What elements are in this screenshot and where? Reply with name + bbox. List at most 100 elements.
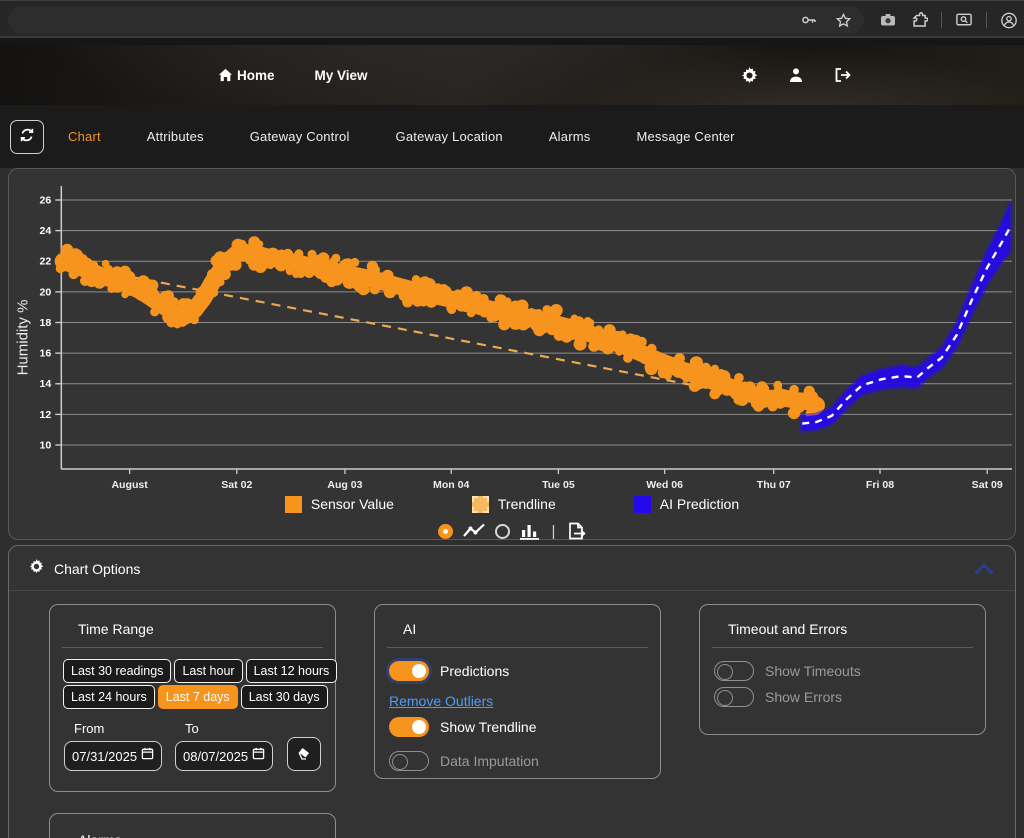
svg-text:14: 14 <box>40 378 52 390</box>
to-date-input[interactable]: 08/07/2025 <box>175 741 273 771</box>
svg-text:10: 10 <box>40 440 52 452</box>
extensions-icon[interactable] <box>910 11 928 29</box>
export-icon[interactable] <box>566 521 586 541</box>
nav-home-label: Home <box>237 68 275 83</box>
legend-label: Trendline <box>498 496 556 512</box>
address-bar[interactable] <box>8 6 864 34</box>
camera-icon[interactable] <box>879 11 897 29</box>
svg-text:Sat 09: Sat 09 <box>972 479 1003 491</box>
timeout-errors-card: Timeout and Errors Show Timeouts Show Er… <box>699 604 986 735</box>
from-date-value: 07/31/2025 <box>72 749 139 764</box>
nav-home[interactable]: Home <box>216 66 275 84</box>
chart-options-header[interactable]: Chart Options <box>9 546 1015 591</box>
svg-text:18: 18 <box>40 317 52 329</box>
tab-chart[interactable]: Chart <box>68 129 101 144</box>
calendar-icon[interactable] <box>252 747 265 765</box>
time-range-last-hour[interactable]: Last hour <box>174 659 242 683</box>
screen-search-icon[interactable] <box>955 11 973 29</box>
legend-item-ai-prediction[interactable]: AI Prediction <box>634 496 739 513</box>
svg-text:Thu 07: Thu 07 <box>757 479 791 491</box>
time-range-last-7-days[interactable]: Last 7 days <box>158 685 238 709</box>
time-range-last-30-readings[interactable]: Last 30 readings <box>63 659 171 683</box>
time-range-last-12-hours[interactable]: Last 12 hours <box>246 659 338 683</box>
show-errors-toggle-row: Show Errors <box>714 687 971 707</box>
timeout-errors-title: Timeout and Errors <box>700 605 985 647</box>
show-trendline-toggle-row: Show Trendline <box>389 717 646 737</box>
legend-item-trendline[interactable]: Trendline <box>472 496 556 513</box>
ai-prediction-swatch <box>634 496 651 513</box>
divider: | <box>550 523 558 540</box>
home-icon <box>216 66 234 84</box>
show-errors-toggle[interactable] <box>714 687 754 707</box>
to-label: To <box>175 721 273 736</box>
tab-attributes[interactable]: Attributes <box>147 129 204 144</box>
time-range-title: Time Range <box>50 605 335 647</box>
refresh-icon <box>19 127 35 146</box>
trendline-swatch <box>472 496 489 513</box>
alarms-title: Alarms <box>50 814 335 838</box>
svg-text:20: 20 <box>40 286 52 298</box>
chart-options-title: Chart Options <box>54 561 140 577</box>
settings-gear-icon[interactable] <box>740 66 758 84</box>
predictions-toggle-row: Predictions <box>389 661 646 681</box>
calendar-icon[interactable] <box>141 747 154 765</box>
ai-title: AI <box>375 605 660 647</box>
remove-outliers-link[interactable]: Remove Outliers <box>389 693 493 709</box>
clear-dates-button[interactable] <box>287 737 321 771</box>
tab-gateway-location[interactable]: Gateway Location <box>396 129 503 144</box>
chevron-up-icon[interactable] <box>973 562 995 576</box>
app-header: Home My View <box>0 45 1024 105</box>
to-date-value: 08/07/2025 <box>183 749 250 764</box>
profile-icon[interactable] <box>1000 11 1018 29</box>
time-range-card: Time Range Last 30 readings Last hour La… <box>49 604 336 792</box>
legend-item-sensor-value[interactable]: Sensor Value <box>285 496 394 513</box>
gear-icon <box>29 559 44 579</box>
tab-gateway-control[interactable]: Gateway Control <box>250 129 350 144</box>
tab-alarms[interactable]: Alarms <box>549 129 591 144</box>
svg-text:26: 26 <box>40 195 52 207</box>
time-range-last-30-days[interactable]: Last 30 days <box>241 685 328 709</box>
browser-toolbar <box>0 0 1024 38</box>
line-chart-icon[interactable] <box>462 522 486 540</box>
svg-text:Aug 03: Aug 03 <box>327 479 362 491</box>
svg-text:Sat 02: Sat 02 <box>221 479 252 491</box>
show-errors-label: Show Errors <box>765 689 842 705</box>
show-trendline-toggle[interactable] <box>389 717 429 737</box>
bar-chart-icon[interactable] <box>519 522 541 540</box>
legend-label: AI Prediction <box>660 496 739 512</box>
y-axis-title: Humidity % <box>14 300 31 376</box>
show-trendline-label: Show Trendline <box>440 719 537 735</box>
data-imputation-toggle[interactable] <box>389 751 429 771</box>
bar-chart-radio[interactable] <box>495 524 510 539</box>
data-imputation-toggle-row: Data Imputation <box>389 751 646 771</box>
chart-legend: Sensor Value Trendline AI Prediction <box>9 491 1015 517</box>
star-icon[interactable] <box>834 11 852 29</box>
key-icon[interactable] <box>800 11 818 29</box>
logout-icon[interactable] <box>834 66 852 84</box>
chart-panel: Humidity % 101214161820222426AugustSat 0… <box>8 168 1016 540</box>
svg-text:Mon 04: Mon 04 <box>433 479 469 491</box>
time-range-last-24-hours[interactable]: Last 24 hours <box>63 685 155 709</box>
line-chart-radio[interactable] <box>438 524 453 539</box>
from-date-input[interactable]: 07/31/2025 <box>64 741 162 771</box>
svg-text:12: 12 <box>40 409 52 421</box>
svg-text:Wed 06: Wed 06 <box>646 479 683 491</box>
sensor-value-swatch <box>285 496 302 513</box>
nav-my-view[interactable]: My View <box>315 66 368 84</box>
divider <box>986 12 987 28</box>
predictions-toggle[interactable] <box>389 661 429 681</box>
chart-options-panel: Chart Options Time Range Last 30 reading… <box>8 545 1016 838</box>
show-timeouts-toggle[interactable] <box>714 661 754 681</box>
section-tab-bar: Chart Attributes Gateway Control Gateway… <box>0 105 1024 168</box>
tab-message-center[interactable]: Message Center <box>636 129 734 144</box>
humidity-chart[interactable]: 101214161820222426AugustSat 02Aug 03Mon … <box>9 177 1015 495</box>
svg-text:16: 16 <box>40 348 52 360</box>
nav-my-view-label: My View <box>315 68 368 83</box>
show-timeouts-toggle-row: Show Timeouts <box>714 661 971 681</box>
user-icon[interactable] <box>787 66 805 84</box>
legend-label: Sensor Value <box>311 496 394 512</box>
refresh-button[interactable] <box>10 120 44 154</box>
show-timeouts-label: Show Timeouts <box>765 663 861 679</box>
predictions-label: Predictions <box>440 663 509 679</box>
svg-text:24: 24 <box>40 225 52 237</box>
